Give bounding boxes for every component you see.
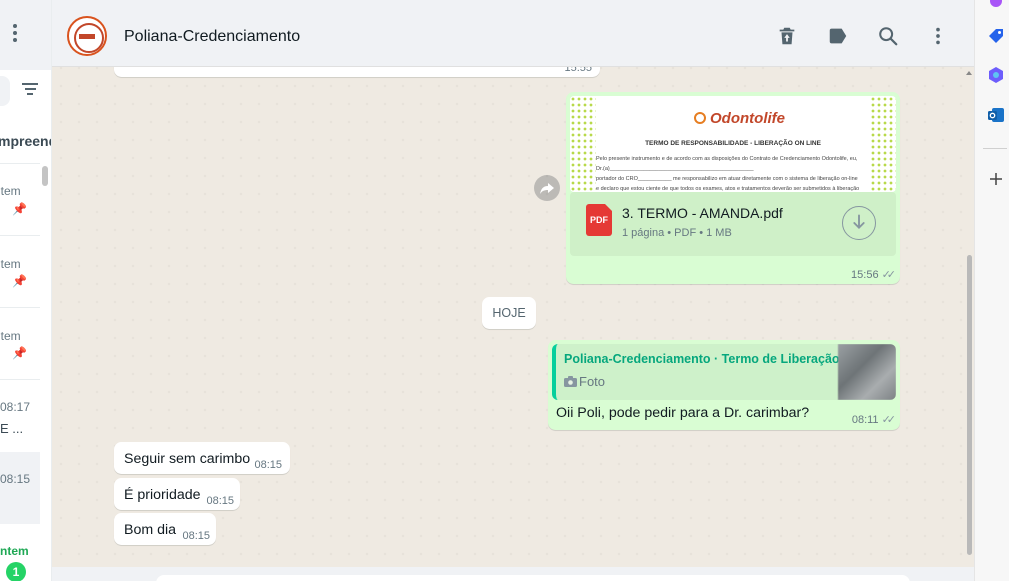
camera-icon	[564, 376, 577, 387]
date-divider: HOJE	[482, 297, 536, 329]
divider	[983, 148, 1007, 149]
conversation-scrollbar[interactable]	[965, 69, 973, 579]
chat-list-header	[0, 0, 51, 70]
list-item[interactable]: ntem	[0, 184, 44, 198]
scroll-up-icon[interactable]	[966, 71, 972, 75]
pin-icon: 📌	[12, 202, 27, 216]
quote-photo-thumbnail	[838, 344, 896, 400]
pin-icon: 📌	[12, 346, 27, 360]
list-item-time: 08:17	[0, 400, 31, 414]
conversation-header: Poliana-Credenciamento	[52, 5, 974, 67]
list-item-preview: E ...	[0, 421, 24, 436]
avatar[interactable]	[67, 16, 107, 56]
message-time: 08:15	[182, 530, 210, 542]
list-item-time: 08:15	[0, 472, 31, 486]
document-line: Dr.(a)__________________________________…	[596, 166, 754, 172]
message-input[interactable]	[156, 575, 910, 581]
list-item[interactable]: ntem	[0, 329, 44, 343]
message-time: 08:15	[254, 459, 282, 471]
unread-badge: 1	[6, 562, 26, 581]
message-text: Bom dia	[124, 522, 177, 538]
message-text: Seguir sem carimbo	[124, 451, 251, 467]
chat-list-section-header: mpreendi	[0, 133, 51, 149]
file-attachment[interactable]: PDF 3. TERMO - AMANDA.pdf 1 página • PDF…	[570, 192, 896, 256]
quote-author: Poliana-Credenciamento · Termo de Libera…	[564, 352, 840, 366]
message-bubble-outgoing[interactable]: Poliana-Credenciamento · Termo de Libera…	[548, 340, 900, 430]
document-preview[interactable]: Odontolife TERMO DE RESPONSABILIDADE - L…	[570, 96, 896, 192]
browser-sidebar	[974, 0, 1009, 581]
odontolife-logo: Odontolife	[694, 110, 785, 127]
pin-icon: 📌	[12, 274, 27, 288]
add-icon[interactable]	[987, 170, 1005, 188]
pdf-icon: PDF	[586, 204, 612, 236]
message-composer	[52, 567, 974, 581]
message-time: 08:15	[206, 495, 234, 507]
menu-icon[interactable]	[10, 24, 20, 48]
search-icon[interactable]	[877, 25, 899, 47]
tag-icon[interactable]	[987, 27, 1005, 45]
list-item[interactable]: ntem	[0, 544, 50, 558]
file-name: 3. TERMO - AMANDA.pdf	[622, 205, 783, 221]
menu-icon[interactable]	[927, 25, 949, 47]
list-item-time: ntem	[0, 257, 21, 271]
contact-name[interactable]: Poliana-Credenciamento	[124, 28, 300, 46]
document-line: portador do CRO___________ me responsabi…	[596, 176, 858, 182]
double-check-icon: ✓✓	[881, 414, 897, 426]
message-bubble-incoming[interactable]: É prioridade 08:15	[114, 478, 240, 510]
document-title: TERMO DE RESPONSABILIDADE - LIBERAÇÃO ON…	[645, 140, 821, 147]
label-icon[interactable]	[827, 25, 849, 47]
chat-list-panel: mpreendi ntem 📌 ntem 📌 ntem 📌 08:17 E ..…	[0, 0, 52, 581]
chat-list-scrollbar[interactable]	[42, 166, 48, 186]
forward-icon[interactable]	[534, 175, 560, 201]
divider	[0, 235, 40, 236]
message-text: É prioridade	[124, 487, 201, 503]
message-text: Oii Poli, pode pedir para a Dr. carimbar…	[556, 405, 810, 421]
message-bubble-incoming[interactable]: Seguir sem carimbo 08:15	[114, 442, 290, 474]
list-item[interactable]: ntem	[0, 257, 44, 271]
list-item-time: ntem	[0, 544, 29, 558]
list-item[interactable]: 08:17	[0, 400, 50, 414]
delete-icon[interactable]	[776, 25, 798, 47]
list-item-time: ntem	[0, 329, 21, 343]
message-bubble-incoming[interactable]: Bom dia 08:15	[114, 513, 216, 545]
extension-icon[interactable]	[987, 0, 1005, 10]
message-time: 15:56 ✓✓	[851, 269, 897, 281]
search-input[interactable]	[0, 76, 10, 106]
copilot-icon[interactable]	[987, 66, 1005, 84]
quoted-message[interactable]: Poliana-Credenciamento · Termo de Libera…	[552, 344, 896, 400]
message-bubble-outgoing-document[interactable]: Odontolife TERMO DE RESPONSABILIDADE - L…	[566, 92, 900, 284]
double-check-icon: ✓✓	[881, 269, 897, 281]
outlook-icon[interactable]	[987, 106, 1005, 124]
divider	[0, 379, 40, 380]
divider	[0, 163, 40, 164]
document-line: Pelo presente instrumento e de acordo co…	[596, 156, 858, 162]
message-time: 08:11 ✓✓	[851, 414, 897, 426]
file-meta: 1 página • PDF • 1 MB	[622, 227, 732, 239]
download-icon[interactable]	[842, 206, 876, 240]
list-item-selected[interactable]: 08:15	[0, 452, 40, 524]
conversation-panel: Poliana-Credenciamento 15:55 Odontolife …	[52, 5, 974, 581]
divider	[0, 307, 40, 308]
filter-icon[interactable]	[22, 83, 38, 97]
scroll-thumb[interactable]	[967, 255, 972, 555]
list-item-time: ntem	[0, 184, 21, 198]
quote-type: Foto	[564, 374, 605, 389]
